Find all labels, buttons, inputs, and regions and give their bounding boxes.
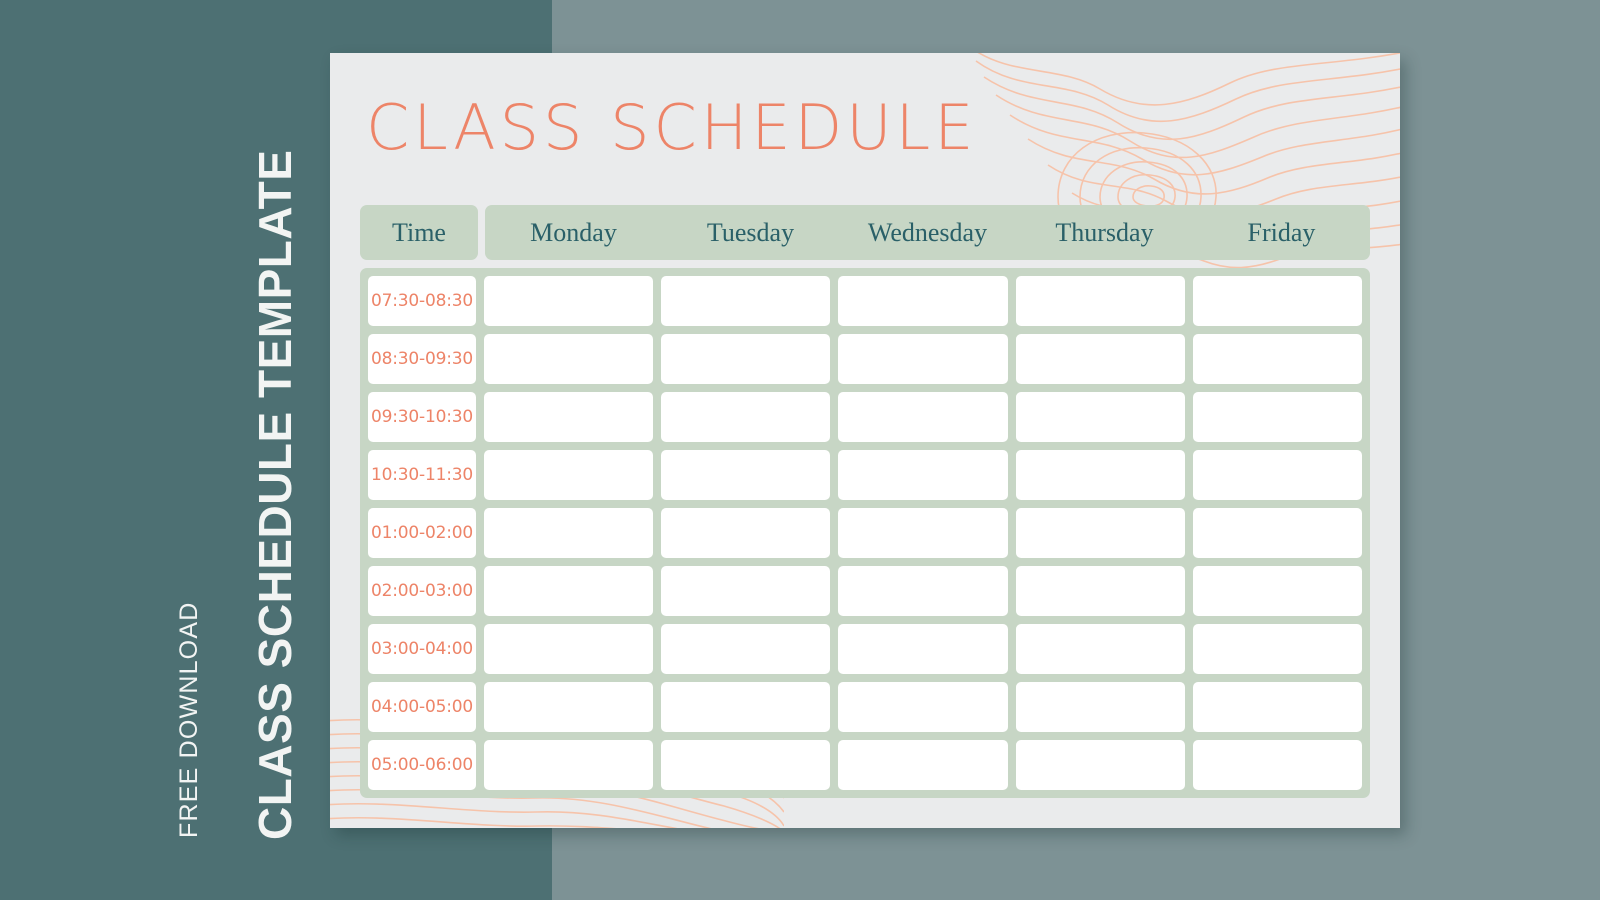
header-label-friday: Friday bbox=[1247, 217, 1316, 247]
schedule-entry-cell[interactable] bbox=[484, 276, 654, 326]
schedule-entry-cell[interactable] bbox=[1192, 276, 1363, 326]
schedule-entry-cell[interactable] bbox=[1192, 392, 1363, 442]
schedule-entry-cell[interactable] bbox=[1015, 450, 1185, 500]
header-cell-tuesday: Tuesday bbox=[662, 218, 839, 248]
schedule-entry-cell[interactable] bbox=[838, 450, 1008, 500]
schedule-entry-cell[interactable] bbox=[484, 682, 654, 732]
schedule-entry-cell[interactable] bbox=[661, 276, 831, 326]
schedule-table: Time Monday Tuesday Wednesday Thursday F… bbox=[360, 205, 1370, 798]
schedule-entry-cell[interactable] bbox=[1015, 740, 1185, 790]
schedule-entry-cell[interactable] bbox=[1192, 682, 1363, 732]
schedule-header-row: Time Monday Tuesday Wednesday Thursday F… bbox=[360, 205, 1370, 260]
schedule-entry-cell[interactable] bbox=[661, 392, 831, 442]
schedule-entry-cell[interactable] bbox=[661, 334, 831, 384]
schedule-entry-cell[interactable] bbox=[661, 566, 831, 616]
schedule-entry-cell[interactable] bbox=[838, 624, 1008, 674]
schedule-entry-cell[interactable] bbox=[661, 682, 831, 732]
time-slot-label: 10:30-11:30 bbox=[368, 450, 476, 500]
schedule-row: 05:00-06:00 bbox=[368, 740, 1363, 790]
time-slot-label: 05:00-06:00 bbox=[368, 740, 476, 790]
schedule-entry-cell[interactable] bbox=[484, 624, 654, 674]
schedule-entry-cell[interactable] bbox=[838, 566, 1008, 616]
schedule-entry-cell[interactable] bbox=[484, 334, 654, 384]
schedule-entry-cell[interactable] bbox=[838, 392, 1008, 442]
header-cell-monday: Monday bbox=[485, 218, 662, 248]
schedule-entry-cell[interactable] bbox=[661, 508, 831, 558]
sidebar-subtitle: FREE DOWNLOAD bbox=[175, 601, 203, 838]
schedule-entry-cell[interactable] bbox=[1015, 334, 1185, 384]
time-slot-label: 04:00-05:00 bbox=[368, 682, 476, 732]
schedule-card: CLASS SCHEDULE Time Monday Tuesday Wedne… bbox=[330, 53, 1400, 828]
schedule-entry-cell[interactable] bbox=[838, 682, 1008, 732]
header-days-group: Monday Tuesday Wednesday Thursday Friday bbox=[485, 205, 1370, 260]
time-slot-label: 02:00-03:00 bbox=[368, 566, 476, 616]
schedule-entry-cell[interactable] bbox=[1015, 566, 1185, 616]
schedule-entry-cell[interactable] bbox=[484, 740, 654, 790]
schedule-row: 07:30-08:30 bbox=[368, 276, 1363, 326]
schedule-entry-cell[interactable] bbox=[661, 450, 831, 500]
header-cell-wednesday: Wednesday bbox=[839, 218, 1016, 248]
schedule-entry-cell[interactable] bbox=[484, 450, 654, 500]
header-label-monday: Monday bbox=[530, 217, 617, 247]
schedule-entry-cell[interactable] bbox=[661, 624, 831, 674]
schedule-entry-cell[interactable] bbox=[1015, 276, 1185, 326]
time-slot-label: 08:30-09:30 bbox=[368, 334, 476, 384]
schedule-entry-cell[interactable] bbox=[1015, 624, 1185, 674]
header-label-thursday: Thursday bbox=[1055, 217, 1154, 247]
schedule-body: 07:30-08:30 08:30-09:30 09:30-10:30 10:30-1… bbox=[360, 268, 1370, 798]
time-slot-label: 01:00-02:00 bbox=[368, 508, 476, 558]
header-label-wednesday: Wednesday bbox=[867, 217, 988, 247]
header-cell-thursday: Thursday bbox=[1016, 218, 1193, 248]
schedule-entry-cell[interactable] bbox=[484, 392, 654, 442]
header-label-tuesday: Tuesday bbox=[706, 217, 795, 247]
schedule-row: 01:00-02:00 bbox=[368, 508, 1363, 558]
schedule-entry-cell[interactable] bbox=[1015, 682, 1185, 732]
time-slot-label: 03:00-04:00 bbox=[368, 624, 476, 674]
schedule-entry-cell[interactable] bbox=[1192, 624, 1363, 674]
schedule-entry-cell[interactable] bbox=[484, 566, 654, 616]
schedule-entry-cell[interactable] bbox=[1192, 334, 1363, 384]
schedule-entry-cell[interactable] bbox=[1192, 508, 1363, 558]
time-slot-label: 07:30-08:30 bbox=[368, 276, 476, 326]
schedule-entry-cell[interactable] bbox=[484, 508, 654, 558]
schedule-row: 08:30-09:30 bbox=[368, 334, 1363, 384]
schedule-entry-cell[interactable] bbox=[1192, 740, 1363, 790]
schedule-entry-cell[interactable] bbox=[838, 508, 1008, 558]
schedule-entry-cell[interactable] bbox=[1015, 508, 1185, 558]
header-label-time: Time bbox=[392, 217, 446, 247]
schedule-row: 02:00-03:00 bbox=[368, 566, 1363, 616]
schedule-entry-cell[interactable] bbox=[1192, 566, 1363, 616]
schedule-row: 03:00-04:00 bbox=[368, 624, 1363, 674]
sidebar-title: CLASS SCHEDULE TEMPLATE bbox=[249, 149, 301, 840]
poster-canvas: CLASS SCHEDULE TEMPLATE FREE DOWNLOAD CL… bbox=[0, 0, 1600, 900]
header-cell-time: Time bbox=[360, 205, 478, 260]
header-cell-friday: Friday bbox=[1193, 218, 1370, 248]
time-slot-label: 09:30-10:30 bbox=[368, 392, 476, 442]
schedule-entry-cell[interactable] bbox=[838, 740, 1008, 790]
schedule-row: 04:00-05:00 bbox=[368, 682, 1363, 732]
schedule-entry-cell[interactable] bbox=[838, 276, 1008, 326]
schedule-entry-cell[interactable] bbox=[1015, 392, 1185, 442]
page-title: CLASS SCHEDULE bbox=[366, 91, 978, 164]
schedule-entry-cell[interactable] bbox=[1192, 450, 1363, 500]
schedule-row: 10:30-11:30 bbox=[368, 450, 1363, 500]
schedule-row: 09:30-10:30 bbox=[368, 392, 1363, 442]
schedule-entry-cell[interactable] bbox=[661, 740, 831, 790]
schedule-entry-cell[interactable] bbox=[838, 334, 1008, 384]
